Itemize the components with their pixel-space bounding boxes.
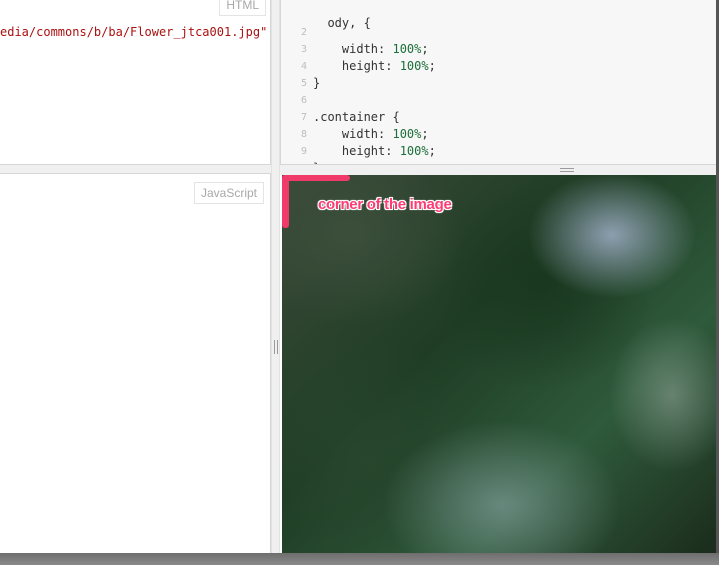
left-horizontal-divider[interactable]: [0, 165, 271, 173]
css-line-text: width: 100%;: [313, 42, 429, 56]
css-line-text: height: 100%;: [313, 59, 436, 73]
css-line-text: .container {: [313, 110, 400, 124]
css-line-text: ody, {: [313, 16, 371, 30]
window-shadow: [0, 553, 719, 565]
css-line-2[interactable]: 2 width: 100%;: [281, 7, 429, 56]
javascript-pane-label: JavaScript: [193, 182, 264, 204]
corner-annotation: corner of the image: [318, 196, 452, 213]
css-line-text: }: [313, 76, 321, 90]
horizontal-grip-icon[interactable]: [560, 168, 574, 172]
css-line-6[interactable]: 6 .container {: [281, 75, 400, 124]
vertical-resize-handle[interactable]: [271, 0, 280, 553]
css-line-3[interactable]: 3 height: 100%;: [281, 24, 436, 73]
css-line-7[interactable]: 7 width: 100%;: [281, 92, 429, 141]
corner-marker-horizontal: [282, 175, 350, 181]
vertical-grip-icon[interactable]: [274, 340, 278, 354]
css-line-8[interactable]: 8 height: 100%;: [281, 109, 436, 158]
line-number: 9: [300, 146, 307, 157]
html-pane-label: HTML: [219, 0, 266, 16]
html-editor-pane[interactable]: HTML edia/commons/b/ba/Flower_jtca001.jp…: [0, 0, 271, 165]
css-editor-pane[interactable]: ody, { 2 width: 100%; 3 height: 100%; 4 …: [280, 0, 717, 165]
css-line-text: height: 100%;: [313, 144, 436, 158]
css-line-5[interactable]: 5: [281, 58, 307, 89]
javascript-editor-pane[interactable]: JavaScript: [0, 173, 271, 554]
right-horizontal-resize-handle[interactable]: [280, 165, 716, 175]
css-line-9[interactable]: 9 }: [281, 126, 320, 164]
corner-marker-vertical: [282, 175, 289, 228]
result-preview-pane: [282, 175, 716, 553]
html-code-line[interactable]: edia/commons/b/ba/Flower_jtca001.jpg": [0, 25, 267, 39]
flower-image: [282, 175, 716, 553]
css-line-text: width: 100%;: [313, 127, 429, 141]
css-line-4[interactable]: 4 }: [281, 41, 320, 90]
